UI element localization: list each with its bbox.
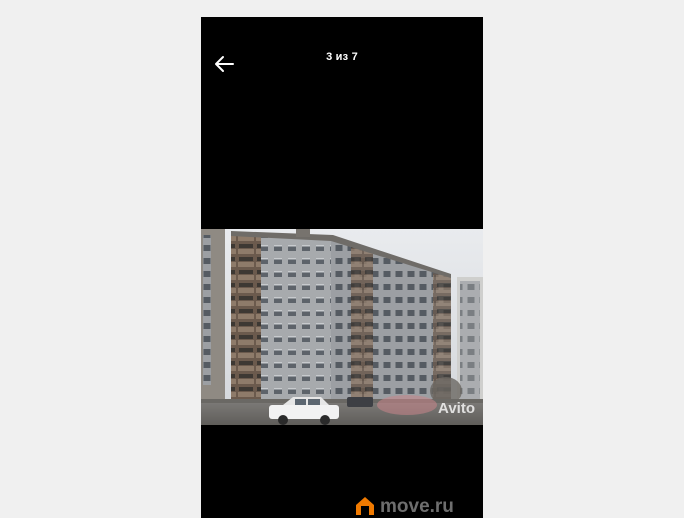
building-image (201, 229, 483, 425)
viewer-topbar: 3 из 7 (201, 17, 483, 107)
photo-counter: 3 из 7 (326, 51, 358, 63)
site-watermark-text: move.ru (380, 495, 454, 517)
photo-watermark: Avito (438, 400, 475, 417)
photo-viewer: 3 из 7 Avito move.ru (201, 17, 483, 518)
site-watermark: move.ru (355, 496, 454, 516)
apartment-building-photo[interactable]: Avito (201, 229, 483, 425)
house-logo-icon (356, 497, 374, 515)
